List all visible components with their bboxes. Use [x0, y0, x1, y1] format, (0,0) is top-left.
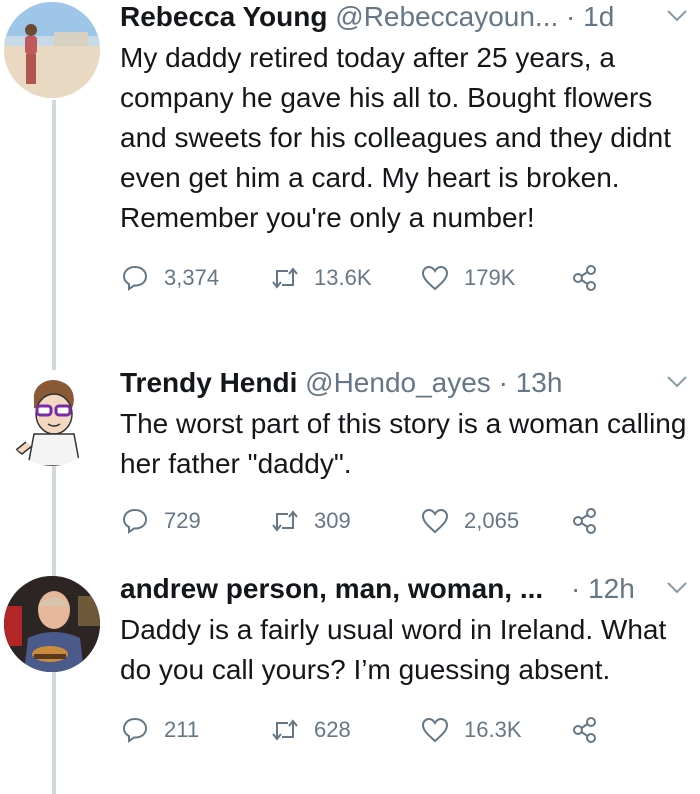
like-count: 2,065 [464, 508, 520, 533]
timestamp[interactable]: 1d [583, 1, 614, 32]
display-name[interactable]: Trendy Hendi [120, 367, 297, 398]
reply-icon [122, 265, 148, 291]
chevron-down-icon[interactable] [664, 2, 690, 28]
reply-button[interactable]: 211 [120, 715, 199, 745]
retweet-icon [272, 719, 298, 741]
like-icon [421, 265, 449, 291]
retweet-icon [272, 267, 298, 289]
retweet-button[interactable]: 13.6K [270, 263, 372, 293]
timestamp[interactable]: 12h [588, 573, 635, 604]
reply-count: 729 [164, 508, 201, 533]
timestamp[interactable]: 13h [516, 367, 563, 398]
share-button[interactable] [570, 263, 614, 293]
tweet-text: My daddy retired today after 25 years, a… [120, 42, 672, 233]
share-button[interactable] [570, 715, 614, 745]
reply-button[interactable]: 3,374 [120, 263, 219, 293]
share-button[interactable] [570, 506, 614, 536]
reply-button[interactable]: 729 [120, 506, 201, 536]
reply-count: 3,374 [164, 265, 220, 290]
reply-icon [122, 717, 148, 743]
reply-count: 211 [164, 717, 200, 742]
share-icon [573, 717, 596, 743]
tweet-text: Daddy is a fairly usual word in Ireland.… [120, 614, 667, 685]
tweet-text: The worst part of this story is a woman … [120, 408, 687, 479]
separator-dot: · [570, 573, 589, 604]
handle[interactable]: @Hendo_ayes [305, 367, 491, 398]
like-count: 179K [464, 265, 516, 290]
cartoon-man-glasses-avatar-icon [14, 380, 81, 466]
separator-dot: · [498, 367, 516, 398]
man-with-burger-avatar-icon [4, 576, 100, 672]
avatar[interactable] [4, 370, 100, 466]
woman-on-beach-avatar-icon [4, 2, 100, 98]
separator-dot: · [566, 1, 584, 32]
handle[interactable]: @Rebeccayoun... [335, 1, 558, 32]
avatar[interactable] [4, 576, 100, 672]
display-name[interactable]: Rebecca Young [120, 1, 327, 32]
retweet-button[interactable]: 628 [270, 715, 351, 745]
retweet-count: 13.6K [314, 265, 372, 290]
like-count: 16.3K [464, 717, 522, 742]
chevron-down-icon[interactable] [664, 368, 690, 394]
share-icon [573, 265, 596, 291]
like-icon [421, 717, 449, 743]
retweet-count: 309 [314, 508, 351, 533]
chevron-down-icon[interactable] [664, 574, 690, 600]
retweet-count: 628 [314, 717, 351, 742]
share-icon [573, 508, 596, 534]
display-name[interactable]: andrew person, man, woman, ... [120, 573, 543, 604]
like-button[interactable]: 179K [420, 263, 515, 293]
retweet-button[interactable]: 309 [270, 506, 351, 536]
like-button[interactable]: 2,065 [420, 506, 519, 536]
like-button[interactable]: 16.3K [420, 715, 522, 745]
avatar[interactable] [4, 2, 100, 98]
reply-icon [122, 508, 148, 534]
retweet-icon [272, 510, 298, 532]
like-icon [421, 508, 449, 534]
